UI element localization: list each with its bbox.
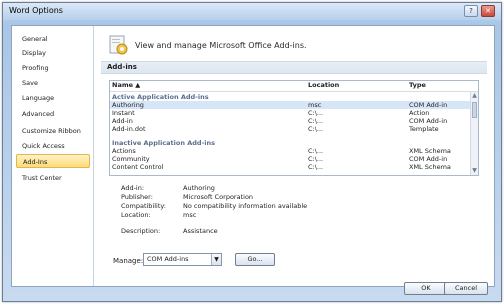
- title-bar: Word Options ? ✕: [3, 3, 501, 20]
- cancel-button[interactable]: Cancel: [444, 282, 488, 295]
- detail-label-add-in: Add-in:: [121, 184, 145, 192]
- detail-label-publisher: Publisher:: [121, 193, 153, 201]
- row-name: Add-in.dot: [112, 125, 146, 133]
- group-name: Active Application Add-ins: [112, 93, 209, 101]
- row-name: Actions: [112, 147, 136, 155]
- add-ins-panel: View and manage Microsoft Office Add-ins…: [101, 26, 489, 286]
- row-type: Action: [409, 109, 430, 117]
- row-type: COM Add-in: [409, 117, 448, 125]
- detail-value-location: msc: [183, 211, 197, 219]
- table-row[interactable]: Add-in C:\... COM Add-in: [110, 117, 470, 125]
- table-row[interactable]: Content Control C:\... XML Schema: [110, 163, 470, 171]
- manage-label: Manage:: [113, 257, 144, 265]
- row-name: Add-in: [112, 117, 133, 125]
- sidebar-item-add-ins[interactable]: Add-Ins: [16, 154, 90, 168]
- detail-value-compatibility: No compatibility information available: [183, 202, 308, 210]
- row-name: Authoring: [112, 101, 144, 109]
- sidebar-item-trust-center[interactable]: Trust Center: [16, 171, 90, 185]
- panel-title: View and manage Microsoft Office Add-ins…: [135, 41, 307, 50]
- column-type[interactable]: Type: [409, 81, 426, 89]
- row-location: C:\...: [308, 155, 324, 163]
- detail-label-compatibility: Compatibility:: [121, 202, 166, 210]
- dialog-footer: OK Cancel: [3, 279, 501, 301]
- window-title: Word Options: [9, 6, 63, 15]
- sidebar-item-customize-ribbon[interactable]: Customize Ribbon: [16, 124, 90, 138]
- add-ins-gear-icon: [107, 34, 129, 56]
- row-location: C:\...: [308, 163, 324, 171]
- table-row[interactable]: Community C:\... COM Add-in: [110, 155, 470, 163]
- group-name: Inactive Application Add-ins: [112, 139, 216, 147]
- scroll-up-icon[interactable]: ▲: [471, 92, 478, 100]
- manage-row: Manage: COM Add-ins ▼ Go...: [113, 253, 473, 269]
- table-row[interactable]: Authoring msc COM Add-in: [110, 101, 470, 109]
- add-in-details: Add-in: Authoring Publisher: Microsoft C…: [121, 184, 481, 254]
- row-location: C:\...: [308, 117, 324, 125]
- sidebar: General Display Proofing Save Language A…: [12, 26, 94, 286]
- table-row[interactable]: Add-in.dot C:\... Template: [110, 125, 470, 133]
- list-header: Name ▲ Location Type: [110, 81, 478, 92]
- section-title-add-ins: Add-ins: [101, 61, 487, 74]
- row-location: msc: [308, 101, 322, 109]
- list-scrollbar[interactable]: ▲ ▼: [470, 92, 478, 175]
- word-options-window: Word Options ? ✕ General Display Proofin…: [2, 2, 502, 302]
- table-row[interactable]: Instant C:\... Action: [110, 109, 470, 117]
- options-content: General Display Proofing Save Language A…: [11, 25, 495, 287]
- sidebar-item-language[interactable]: Language: [16, 91, 90, 105]
- column-location[interactable]: Location: [308, 81, 339, 89]
- row-location: C:\...: [308, 147, 324, 155]
- row-type: XML Schema: [409, 163, 451, 171]
- row-type: COM Add-in: [409, 101, 448, 109]
- detail-label-location: Location:: [121, 211, 151, 219]
- detail-value-publisher: Microsoft Corporation: [183, 193, 254, 201]
- sidebar-item-proofing[interactable]: Proofing: [16, 61, 90, 75]
- add-ins-list[interactable]: Name ▲ Location Type Active Application …: [109, 80, 479, 176]
- go-button[interactable]: Go...: [235, 253, 275, 266]
- sidebar-item-advanced[interactable]: Advanced: [16, 107, 90, 121]
- help-button[interactable]: ?: [464, 5, 478, 17]
- row-type: XML Schema: [409, 147, 451, 155]
- row-name: Content Control: [112, 163, 164, 171]
- sidebar-item-save[interactable]: Save: [16, 76, 90, 90]
- sidebar-item-general[interactable]: General: [16, 32, 90, 46]
- close-button[interactable]: ✕: [481, 5, 495, 17]
- row-name: Instant: [112, 109, 135, 117]
- row-name: Community: [112, 155, 150, 163]
- table-row[interactable]: Actions C:\... XML Schema: [110, 147, 470, 155]
- manage-dropdown[interactable]: COM Add-ins ▼: [143, 253, 222, 266]
- row-location: C:\...: [308, 125, 324, 133]
- panel-header: View and manage Microsoft Office Add-ins…: [107, 34, 477, 56]
- detail-value-description: Assistance: [183, 227, 218, 235]
- detail-value-add-in: Authoring: [183, 184, 215, 192]
- row-location: C:\...: [308, 109, 324, 117]
- scroll-down-icon[interactable]: ▼: [471, 167, 478, 175]
- sidebar-item-display[interactable]: Display: [16, 46, 90, 60]
- sidebar-item-quick-access-toolbar[interactable]: Quick Access Toolbar: [16, 139, 90, 164]
- ok-button[interactable]: OK: [404, 282, 448, 295]
- group-header-inactive: Inactive Application Add-ins: [110, 139, 470, 147]
- scroll-thumb[interactable]: [472, 102, 477, 118]
- detail-label-description: Description:: [121, 227, 161, 235]
- row-type: Template: [409, 125, 439, 133]
- chevron-down-icon[interactable]: ▼: [211, 254, 221, 265]
- group-header-active: Active Application Add-ins: [110, 93, 470, 101]
- row-type: COM Add-in: [409, 155, 448, 163]
- manage-selected-value: COM Add-ins: [147, 255, 189, 263]
- column-name[interactable]: Name ▲: [112, 81, 140, 89]
